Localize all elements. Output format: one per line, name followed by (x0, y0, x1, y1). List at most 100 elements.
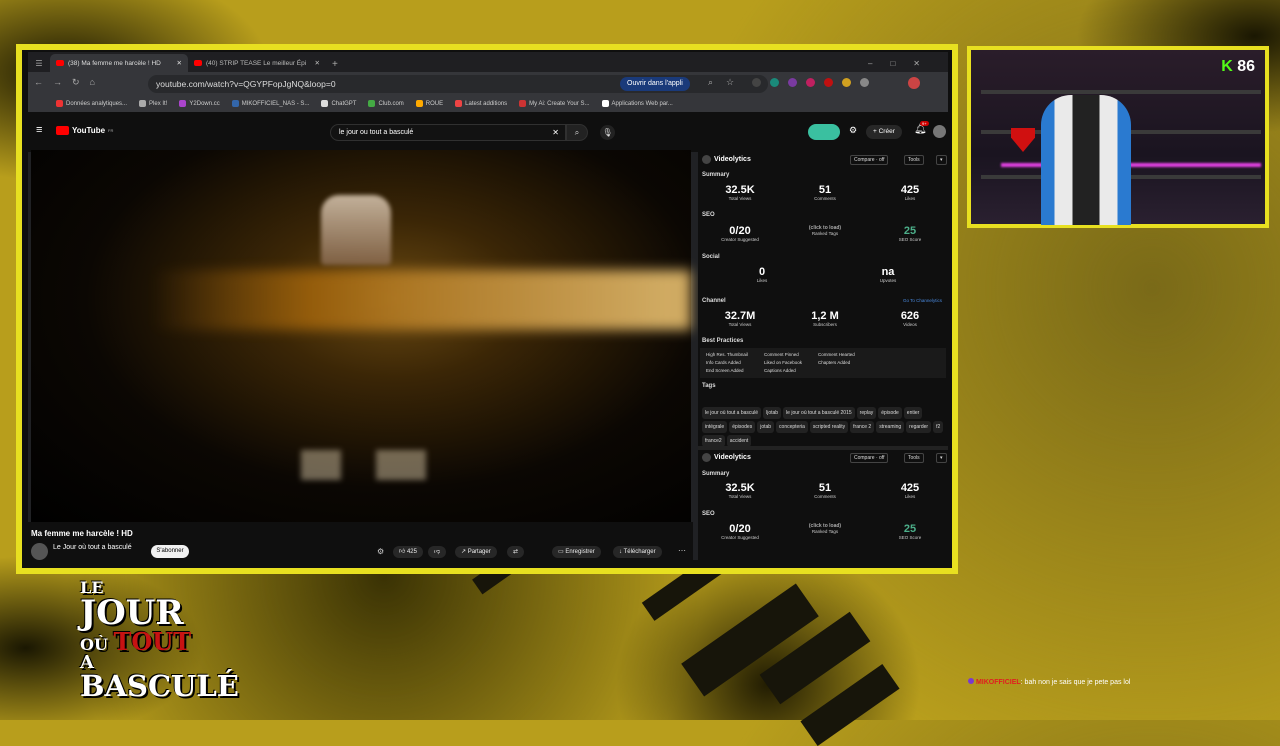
settings-icon[interactable]: ⚙ (849, 125, 857, 136)
stat-subscribers: 1,2 M Subscribers (811, 310, 839, 327)
extension-icon[interactable] (770, 78, 779, 87)
kick-icon: K (1221, 58, 1233, 75)
clear-icon[interactable]: ✕ (552, 128, 559, 137)
stat-creator-suggested: 0/20 Creator Suggested (721, 225, 759, 242)
video-player[interactable] (31, 150, 691, 522)
channelytics-link[interactable]: Go To Channelytics (903, 298, 942, 303)
extension-icon[interactable] (824, 78, 833, 87)
close-icon[interactable]: ✕ (315, 59, 320, 67)
bookmark-item[interactable]: Données analytiques... (56, 100, 127, 108)
tools-button[interactable]: Tools (904, 155, 924, 165)
window-controls[interactable]: –□✕ (858, 59, 948, 72)
menu-icon[interactable]: ≡ (36, 124, 42, 136)
webcam-overlay: K 86 (967, 46, 1269, 228)
open-app-button[interactable]: Ouvrir dans l'appli (620, 77, 690, 91)
light-beam (151, 270, 691, 330)
videolytics-icon (702, 155, 711, 164)
youtube-logo[interactable]: YouTube FR (56, 126, 113, 135)
remix-button[interactable]: ⇄ (507, 546, 525, 558)
extension-icon[interactable] (842, 78, 851, 87)
extension-toggle[interactable] (808, 124, 840, 140)
mic-icon[interactable]: 🎙 (600, 125, 615, 140)
bookmark-item[interactable]: Y2Down.cc (179, 100, 219, 108)
address-bar: ←→↻⌂ youtube.com/watch?v=QGYPFopJgNQ&loo… (28, 72, 948, 96)
video-title: Ma femme me harcèle ! HD (31, 529, 133, 538)
stat-ranked-tags[interactable]: (click to load) Ranked Tags (795, 225, 855, 236)
youtube-icon (56, 60, 64, 66)
channel-name[interactable]: Le Jour où tout a basculé (53, 544, 132, 551)
notification-badge: 9+ (920, 121, 929, 126)
channel-avatar[interactable] (31, 543, 48, 560)
compare-button[interactable]: Compare · off (850, 155, 889, 165)
share-button[interactable]: ↗ Partager (455, 546, 497, 558)
save-button[interactable]: ▭ Enregistrer (552, 546, 601, 558)
more-icon[interactable]: ⋯ (678, 546, 686, 555)
tools-button[interactable]: Tools (904, 453, 924, 463)
collapse-button[interactable]: ▾ (936, 155, 947, 165)
search-input[interactable]: le jour ou tout a basculé ✕ (330, 124, 566, 141)
badge-icon (968, 678, 974, 684)
close-icon[interactable]: ✕ (177, 59, 182, 67)
star-icon[interactable]: ☆ (726, 77, 734, 88)
gear-icon[interactable]: ⚙ (377, 547, 384, 556)
stat-seo-score: 25 SEO Score (898, 523, 922, 540)
flash-shape (376, 450, 426, 480)
youtube-header: ≡ YouTube FR le jour ou tout a basculé ✕ … (28, 112, 948, 152)
extension-icon[interactable] (788, 78, 797, 87)
bell-shape (321, 195, 391, 265)
gaming-chair (1041, 95, 1131, 225)
stat-videos: 626 Videos (900, 310, 920, 327)
bookmark-item[interactable]: Latest additions (455, 100, 507, 108)
download-button[interactable]: ↓ Télécharger (613, 546, 662, 558)
divider (698, 446, 948, 450)
nav-buttons[interactable]: ←→↻⌂ (34, 77, 105, 88)
new-tab-icon[interactable]: + (326, 59, 344, 72)
search-icon: ⌕ (574, 128, 580, 137)
flash-shape (301, 450, 341, 480)
dislike-button[interactable]: 👎︎ (428, 546, 447, 558)
tab-search-icon[interactable]: ☰ (28, 54, 50, 72)
stat-comments: 51 Comments (814, 184, 836, 201)
subscribe-button[interactable]: S'abonner (151, 545, 189, 558)
collapse-button[interactable]: ▾ (936, 453, 947, 463)
tab-bar: ☰ (38) Ma femme me harcèle ! HD ✕ (40) ST… (28, 52, 948, 72)
extension-icon[interactable] (806, 78, 815, 87)
best-practices-list: High Res. Thumbnail Comment Pinned Comme… (700, 348, 946, 378)
videolytics-panel: Videolytics Compare · off Tools ▾ Summar… (698, 150, 948, 560)
bookmarks-bar: Données analytiques... Plex It! Y2Down.c… (28, 96, 948, 112)
superman-logo (1011, 128, 1035, 152)
stat-views: 32.5K Total Views (725, 482, 755, 499)
show-logo: LE JOUR OÙ TOUT A BASCULÉ (80, 578, 239, 703)
bookmark-item[interactable]: Applications Web par... (602, 100, 673, 108)
create-button[interactable]: + Créer (866, 125, 902, 139)
extensions-bar (752, 78, 869, 87)
youtube-icon (194, 60, 202, 66)
extension-icon[interactable] (752, 78, 761, 87)
stat-creator-suggested: 0/20 Creator Suggested (721, 523, 759, 540)
tab-2[interactable]: (40) STRIP TEASE Le meilleur Épi ✕ (188, 54, 326, 72)
stat-upvotes: na Upvotes (879, 266, 897, 283)
browser-window: ☰ (38) Ma femme me harcèle ! HD ✕ (40) ST… (28, 52, 948, 560)
bookmark-item[interactable]: Club.com (368, 100, 403, 108)
led-strip (1001, 163, 1261, 167)
stat-ranked-tags[interactable]: (click to load) Ranked Tags (795, 523, 855, 534)
bookmark-item[interactable]: ChatGPT (321, 100, 356, 108)
profile-avatar[interactable] (908, 77, 920, 89)
chat-message: MIKOFFICIEL: bah non je sais que je pete… (968, 678, 1130, 686)
avatar[interactable] (933, 125, 946, 138)
shelf (981, 90, 1261, 94)
stat-channel-views: 32.7M Total Views (724, 310, 756, 327)
tags-list: le jour où tout a basculé ljotab le jour o… (701, 406, 947, 448)
stat-likes: 425 Likes (900, 184, 920, 201)
stat-likes: 425 Likes (900, 482, 920, 499)
bookmark-item[interactable]: My Ai: Create Your S... (519, 100, 589, 108)
bookmark-item[interactable]: ROUE (416, 100, 443, 108)
search-button[interactable]: ⌕ (566, 124, 588, 141)
extension-icon[interactable] (860, 78, 869, 87)
zoom-icon[interactable]: ⌕ (708, 77, 713, 88)
compare-button[interactable]: Compare · off (850, 453, 889, 463)
tab-active[interactable]: (38) Ma femme me harcèle ! HD ✕ (50, 54, 188, 72)
bookmark-item[interactable]: Plex It! (139, 100, 167, 108)
like-button[interactable]: 👍︎ 425 (393, 546, 423, 558)
bookmark-item[interactable]: MIKOFFICIEL_NAS - S... (232, 100, 310, 108)
